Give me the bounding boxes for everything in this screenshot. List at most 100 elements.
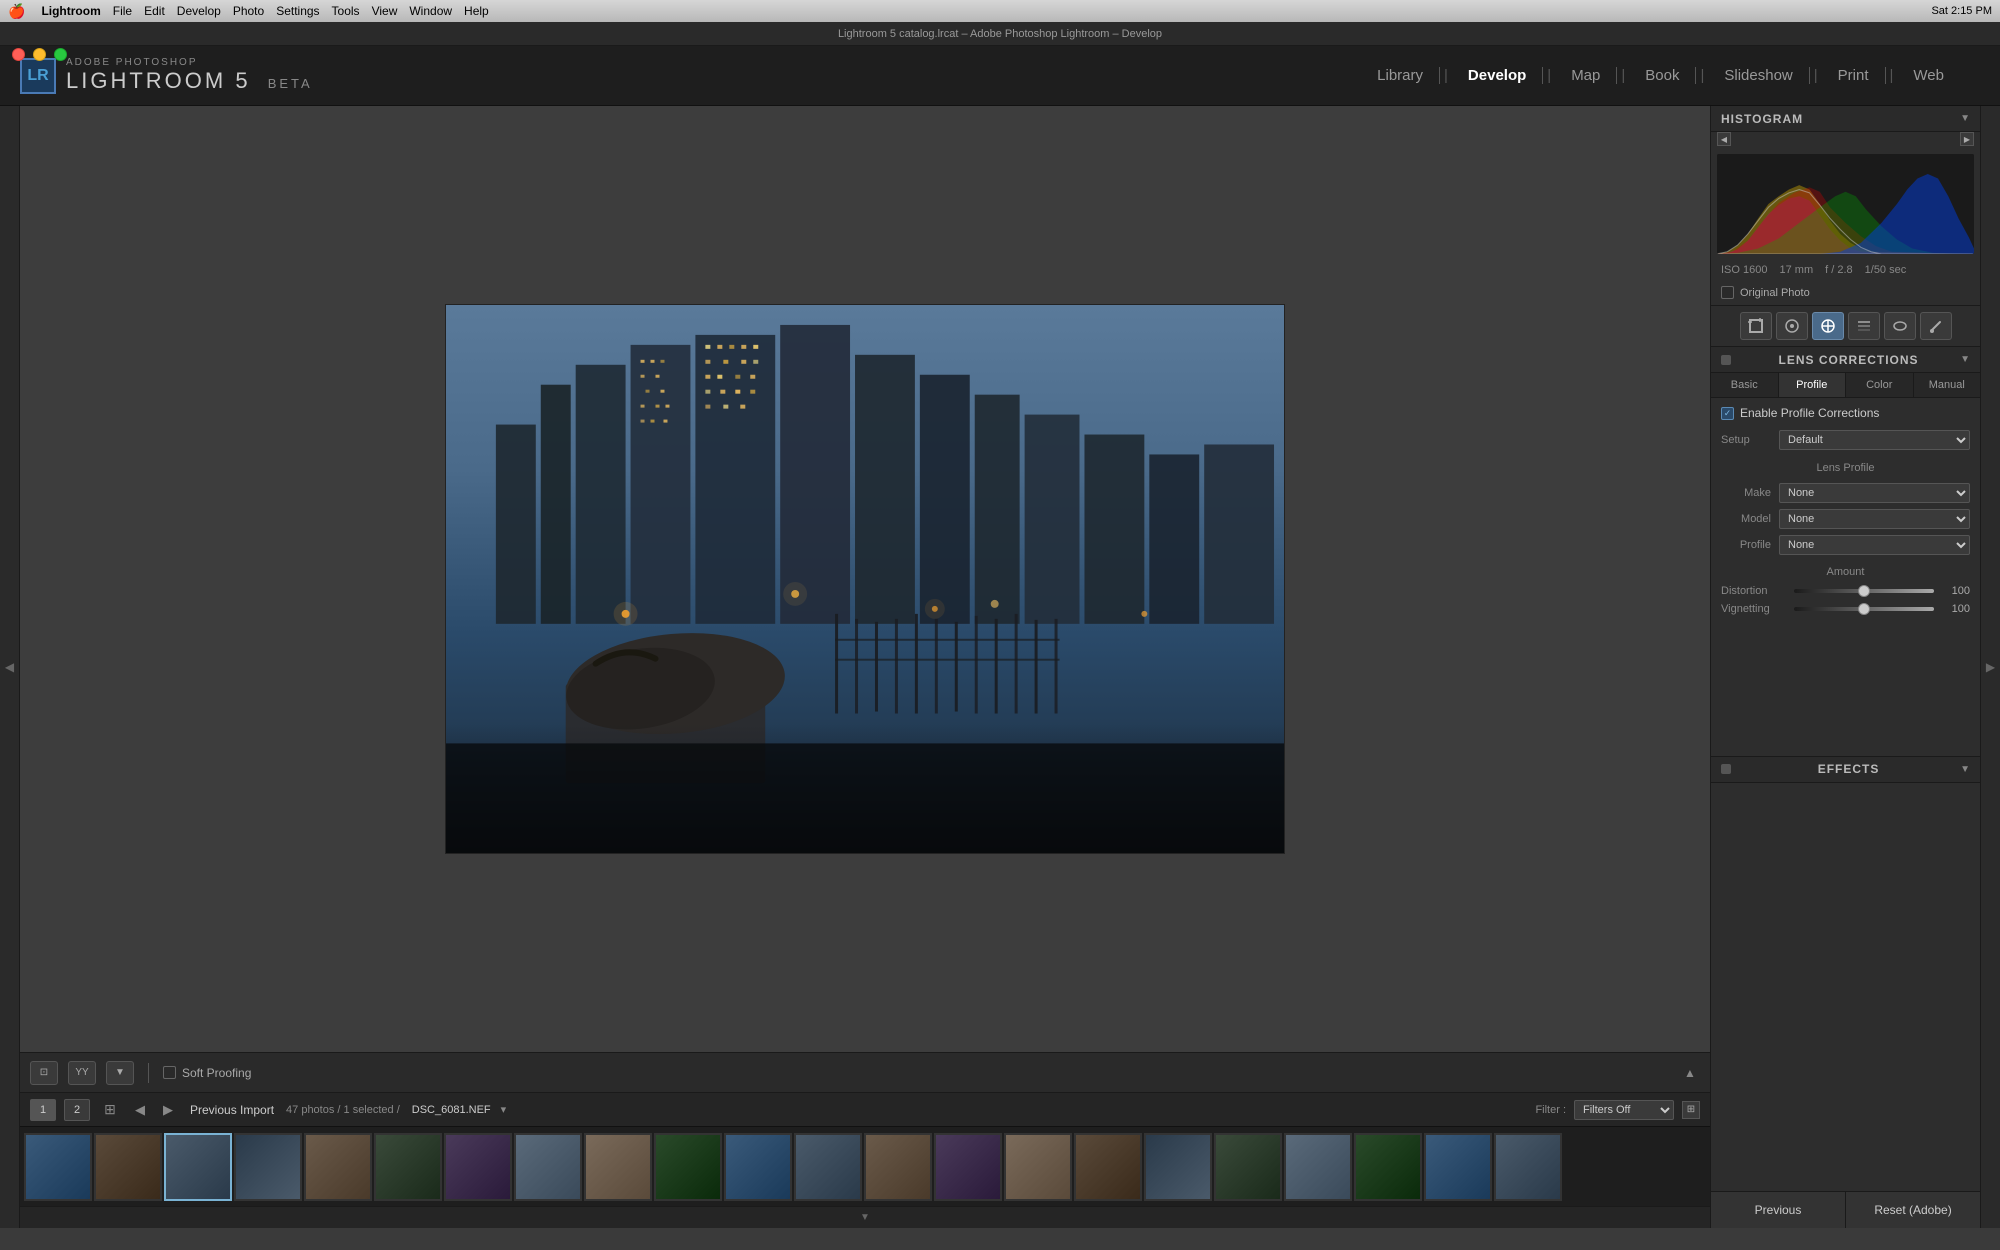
menu-view[interactable]: View [372,4,398,18]
film-thumb-13[interactable] [864,1133,932,1201]
film-thumb-21[interactable] [1424,1133,1492,1201]
reset-button[interactable]: Reset (Adobe) [1846,1192,1980,1228]
film-thumb-14[interactable] [934,1133,1002,1201]
previous-button[interactable]: Previous [1711,1192,1845,1228]
nav-web[interactable]: Web [1897,67,1960,84]
film-thumb-3[interactable] [164,1133,232,1201]
menu-help[interactable]: Help [464,4,489,18]
shadow-clipping-button[interactable]: ◀ [1717,132,1731,146]
minimize-button[interactable] [33,48,46,61]
radial-filter-button[interactable] [1884,312,1916,340]
close-button[interactable] [12,48,25,61]
film-thumb-6[interactable] [374,1133,442,1201]
lens-tab-profile[interactable]: Profile [1779,373,1847,397]
app-title-top: ADOBE PHOTOSHOP [66,57,313,68]
menu-photo[interactable]: Photo [233,4,264,18]
main-photo[interactable] [445,304,1285,854]
menu-file[interactable]: File [113,4,132,18]
film-thumb-12[interactable] [794,1133,862,1201]
film-thumb-8[interactable] [514,1133,582,1201]
film-thumb-2[interactable] [94,1133,162,1201]
distortion-thumb[interactable] [1858,585,1870,597]
film-thumb-16[interactable] [1074,1133,1142,1201]
setup-label: Setup [1721,434,1771,446]
nav-develop[interactable]: Develop [1452,67,1543,84]
menu-settings[interactable]: Settings [276,4,319,18]
apple-logo[interactable]: 🍎 [8,3,25,20]
expand-filmstrip-button[interactable]: ▲ [1680,1063,1700,1083]
soft-proofing-checkbox[interactable] [163,1066,176,1079]
filter-select[interactable]: Filters Off [1574,1100,1674,1120]
menu-edit[interactable]: Edit [144,4,165,18]
highlight-clipping-button[interactable]: ▶ [1960,132,1974,146]
maximize-button[interactable] [54,48,67,61]
original-photo-row: Original Photo [1711,282,1980,305]
bottom-arrow[interactable]: ▼ [860,1212,870,1223]
lens-collapse-arrow: ▼ [1960,354,1970,365]
histogram-header[interactable]: Histogram ▼ [1711,106,1980,132]
film-thumb-4[interactable] [234,1133,302,1201]
film-thumb-18[interactable] [1214,1133,1282,1201]
nav-slideshow[interactable]: Slideshow [1708,67,1809,84]
filter-options-button[interactable]: ⊞ [1682,1101,1700,1119]
film-thumb-11[interactable] [724,1133,792,1201]
setup-select[interactable]: Default Custom [1779,430,1970,450]
view-mode-button[interactable]: ⊡ [30,1061,58,1085]
lens-corrections-title: Lens Corrections [1779,353,1919,367]
make-label: Make [1721,487,1771,499]
film-thumb-9[interactable] [584,1133,652,1201]
page-1-button[interactable]: 1 [30,1099,56,1121]
film-thumb-5[interactable] [304,1133,372,1201]
make-select[interactable]: None [1779,483,1970,503]
app-header: LR ADOBE PHOTOSHOP LIGHTROOM 5 BETA Libr… [0,46,2000,106]
profile-select[interactable]: None [1779,535,1970,555]
lens-tab-manual[interactable]: Manual [1914,373,1981,397]
grid-view-button[interactable]: ⊞ [98,1099,122,1121]
prev-photo-button[interactable]: ◀ [130,1099,150,1121]
distortion-label: Distortion [1721,585,1786,597]
menu-develop[interactable]: Develop [177,4,221,18]
nav-print[interactable]: Print [1822,67,1886,84]
nav-library[interactable]: Library [1361,67,1440,84]
distortion-slider[interactable] [1794,589,1934,593]
adjustment-brush-button[interactable] [1920,312,1952,340]
film-thumb-1[interactable] [24,1133,92,1201]
graduated-filter-button[interactable] [1848,312,1880,340]
film-thumb-10[interactable] [654,1133,722,1201]
effects-header[interactable]: Effects ▼ [1711,757,1980,783]
vignetting-slider[interactable] [1794,607,1934,611]
crop-tool-button[interactable] [1740,312,1772,340]
film-thumb-20[interactable] [1354,1133,1422,1201]
app-title: ADOBE PHOTOSHOP LIGHTROOM 5 BETA [66,57,313,94]
film-thumb-19[interactable] [1284,1133,1352,1201]
lens-tab-basic[interactable]: Basic [1711,373,1779,397]
next-photo-button[interactable]: ▶ [158,1099,178,1121]
film-thumb-22[interactable] [1494,1133,1562,1201]
nav-book[interactable]: Book [1629,67,1696,84]
vignetting-thumb[interactable] [1858,603,1870,615]
menubar-time: Sat 2:15 PM [1931,5,1992,17]
menu-window[interactable]: Window [409,4,452,18]
film-thumb-17[interactable] [1144,1133,1212,1201]
film-thumb-7[interactable] [444,1133,512,1201]
lens-tab-color[interactable]: Color [1846,373,1914,397]
red-eye-tool-button[interactable] [1812,312,1844,340]
menu-lightroom[interactable]: Lightroom [41,4,100,18]
original-photo-checkbox[interactable] [1721,286,1734,299]
menu-tools[interactable]: Tools [332,4,360,18]
compare-button[interactable]: ▼ [106,1061,134,1085]
nav-map[interactable]: Map [1555,67,1617,84]
right-panel-toggle[interactable]: ▶ [1980,106,2000,1228]
enable-corrections-checkbox[interactable]: ✓ [1721,407,1734,420]
grid-mode-button[interactable]: YY [68,1061,96,1085]
lens-profile-header: Lens Profile [1711,458,1980,480]
filename-label[interactable]: DSC_6081.NEF [412,1104,491,1116]
spot-removal-tool-button[interactable] [1776,312,1808,340]
lens-corrections-header[interactable]: Lens Corrections ▼ [1711,347,1980,373]
exif-focal: 17 mm [1779,264,1813,276]
model-select[interactable]: None [1779,509,1970,529]
beta-label: BETA [268,76,313,91]
left-panel-toggle[interactable]: ◀ [0,106,20,1228]
page-2-button[interactable]: 2 [64,1099,90,1121]
film-thumb-15[interactable] [1004,1133,1072,1201]
